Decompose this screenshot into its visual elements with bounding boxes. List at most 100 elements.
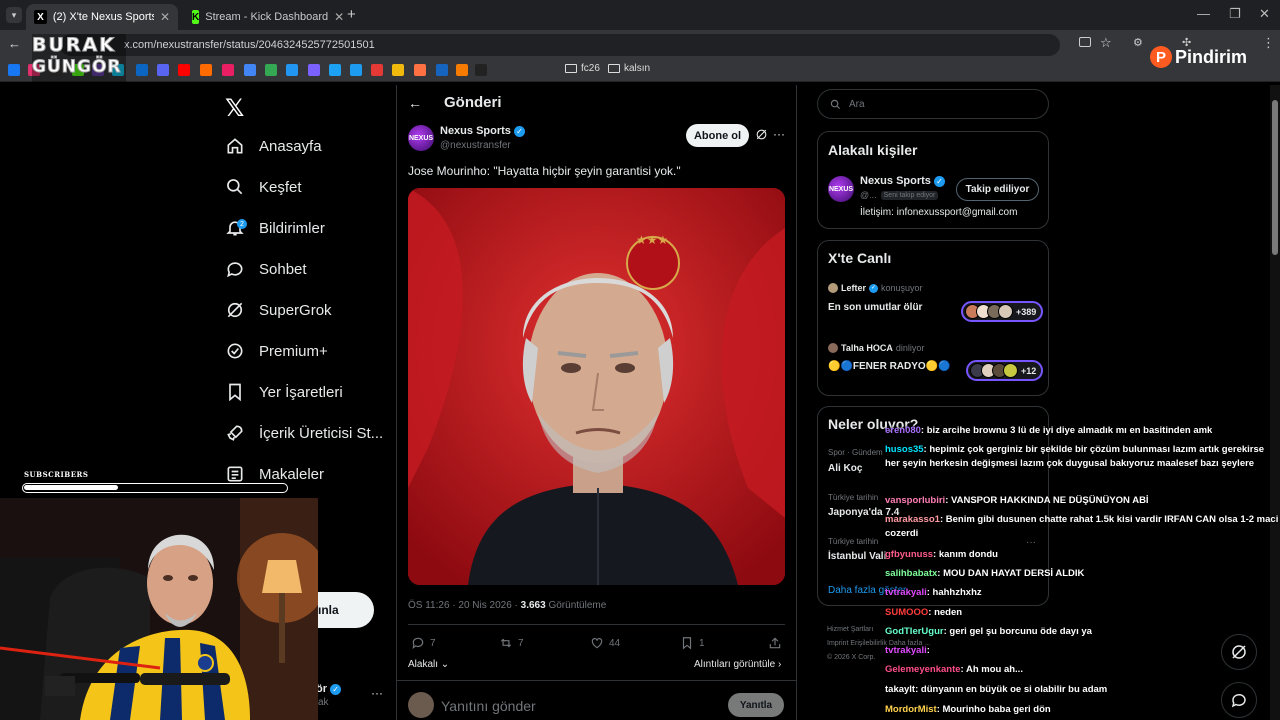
bookmark-folder-kalsin[interactable]: kalsın [608,63,650,74]
chat-username[interactable]: tvtrakyali [885,645,927,656]
account-more-icon[interactable]: ··· [371,686,383,700]
chat-username[interactable]: MordorMist [885,704,937,715]
live-host-row: Lefter ✓ konuşuyor [828,283,923,293]
bookmark-favicon[interactable] [436,64,448,76]
nav-item-3[interactable]: 2 Bildirimler [225,213,325,243]
chat-username[interactable]: takaylt [885,684,915,695]
folder-label: fc26 [581,63,600,74]
chat-username[interactable]: GodTIerUgur [885,626,944,637]
view-quotes-link[interactable]: Alıntıları görüntüle › [694,659,781,670]
nav-item-8[interactable]: İçerik Üreticisi St... [225,418,383,448]
bookmark-favicon[interactable] [392,64,404,76]
live-title[interactable]: 🟡🔵FENER RADYO🟡🔵 [828,361,951,372]
like-button[interactable]: 44 [590,636,620,650]
chat-username[interactable]: Gelemeyenkante [885,664,961,675]
chat-username[interactable]: eren080 [885,425,921,436]
reply-button[interactable]: 7 [411,636,436,650]
bookmark-favicon[interactable] [178,64,190,76]
author-avatar[interactable]: NEXUS [408,125,434,151]
nav-item-6[interactable]: Premium+ [225,336,328,366]
star-icon[interactable]: ☆ [1100,35,1112,51]
bookmark-favicon[interactable] [265,64,277,76]
live-listeners[interactable]: +12 [966,360,1044,381]
bookmark-favicon[interactable] [350,64,362,76]
minimize-icon[interactable]: — [1197,6,1210,21]
share-button[interactable] [768,636,782,650]
related-name[interactable]: Nexus Sports ✓ [860,175,945,187]
bookmark-favicon[interactable] [8,64,20,76]
bookmark-button[interactable]: 1 [680,636,705,650]
account-name-partial[interactable]: ör ✓ [316,683,342,695]
menu-dots-icon[interactable]: ⋮ [1262,35,1275,51]
grok-icon [225,300,245,320]
window-close-icon[interactable]: ✕ [1259,6,1270,22]
chat-username[interactable]: salihbabatx [885,568,937,579]
chat-text: : VANSPOR HAKKINDA NE DÜŞÜNÜYON ABİ [945,495,1149,506]
address-bar[interactable]: x.com/nexustransfer/status/2046324525772… [60,34,1060,56]
nav-item-5[interactable]: SuperGrok [225,295,332,325]
extension-icon[interactable]: ⚙ [1133,36,1143,49]
live-title[interactable]: En son umutlar ölür [828,302,922,313]
bookmark-favicon[interactable] [456,64,468,76]
bookmark-favicon[interactable] [414,64,426,76]
chat-message: takaylt: dünyanın en büyük oe si olabili… [885,683,1280,697]
nav-item-4[interactable]: Sohbet [225,254,307,284]
new-tab-button[interactable]: + [347,6,356,23]
chat-username[interactable]: marakasso1 [885,514,940,525]
search-input[interactable]: Ara [817,89,1049,119]
reply-submit-button[interactable]: Yanıtla [728,693,784,717]
back-icon[interactable]: ← [8,36,21,51]
reply-input[interactable]: Yanıtını gönder [441,698,536,714]
nav-item-1[interactable]: Anasayfa [225,131,322,161]
repost-button[interactable]: 7 [499,636,524,650]
x-home-logo[interactable]: 𝕏 [225,94,244,123]
bookmark-favicon[interactable] [136,64,148,76]
footer-imprint[interactable]: Imprint [827,640,848,647]
trend-name[interactable]: İstanbul Vali [828,551,886,562]
live-listeners[interactable]: +389 [961,301,1044,322]
bookmark-favicon[interactable] [222,64,234,76]
bookmark-favicon[interactable] [286,64,298,76]
grok-icon[interactable] [755,128,768,146]
bookmark-folder-fc26[interactable]: fc26 [565,63,600,74]
chat-username[interactable]: gfbyunuss [885,549,933,560]
trend-name[interactable]: Ali Koç [828,463,862,474]
footer-accessibility[interactable]: Erişilebilirlik [850,640,887,647]
subscribe-button[interactable]: Abone ol [686,124,749,147]
divider [396,85,397,720]
author-handle[interactable]: @nexustransfer [440,140,511,151]
close-icon[interactable]: ✕ [160,10,170,24]
bookmark-favicon[interactable] [371,64,383,76]
nav-item-7[interactable]: Yer İşaretleri [225,377,343,407]
card-title: Alakalı kişiler [828,142,918,158]
install-app-icon[interactable] [1079,37,1091,47]
more-icon[interactable]: ··· [773,127,785,141]
bookmark-favicon[interactable] [157,64,169,76]
post-text: Jose Mourinho: "Hayatta hiçbir şeyin gar… [408,164,681,178]
post-photo[interactable]: ★★★ [408,188,785,585]
author-name[interactable]: Nexus Sports ✓ [440,125,525,137]
bookmark-favicon[interactable] [329,64,341,76]
restore-icon[interactable]: ❐ [1229,6,1241,22]
related-avatar[interactable]: NEXUS [828,176,854,202]
close-icon[interactable]: ✕ [334,10,344,24]
relevance-dropdown[interactable]: Alakalı ⌄ [408,659,449,670]
tab-x-post[interactable]: X (2) X'te Nexus Sports: "Jose Mo ✕ [26,4,178,30]
nav-item-label: Keşfet [259,178,302,196]
chat-text: : Mourinho baba geri dön [936,704,1051,715]
chat-username[interactable]: husos35 [885,444,924,455]
tab-search-button[interactable]: ▾ [6,7,22,23]
back-arrow-icon[interactable]: ← [408,95,422,111]
chat-username[interactable]: SUMOOO [885,607,928,618]
chat-username[interactable]: tvtrakyali [885,587,927,598]
bookmark-favicon[interactable] [244,64,256,76]
following-button[interactable]: Takip ediliyor [956,178,1039,201]
bookmark-favicon[interactable] [308,64,320,76]
bookmark-icon [225,382,245,402]
tab-kick-dashboard[interactable]: K Stream - Kick Dashboard ✕ [184,4,344,30]
nav-item-2[interactable]: Keşfet [225,172,302,202]
bookmark-favicon[interactable] [475,64,487,76]
scrollbar-thumb[interactable] [1272,100,1278,255]
bookmark-favicon[interactable] [200,64,212,76]
chat-username[interactable]: vansporlubiri [885,495,945,506]
